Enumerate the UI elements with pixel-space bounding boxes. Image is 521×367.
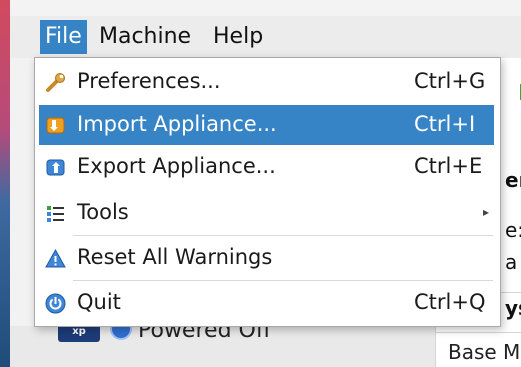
export-appliance-icon <box>45 157 66 178</box>
menu-item-label: Export Appliance... <box>77 154 276 178</box>
menubar: File Machine Help <box>10 16 521 58</box>
wrench-icon <box>45 72 66 93</box>
desktop-background-strip <box>0 0 10 367</box>
menu-item-shortcut: Ctrl+Q <box>414 290 486 314</box>
menu-item-shortcut: Ctrl+E <box>414 154 483 178</box>
menu-item-export-appliance[interactable]: Export Appliance... Ctrl+E <box>39 147 494 187</box>
tools-list-icon <box>45 203 66 224</box>
menu-file[interactable]: File <box>40 20 87 54</box>
menu-machine[interactable]: Machine <box>94 20 196 54</box>
menu-item-label: Reset All Warnings <box>77 245 273 269</box>
details-divider <box>436 332 521 333</box>
menu-item-import-appliance[interactable]: Import Appliance... Ctrl+I <box>39 105 494 145</box>
details-text-fragment: e: <box>505 218 521 242</box>
details-text-fragment: a <box>505 250 518 274</box>
details-section-heading: ys <box>505 296 521 320</box>
details-section-heading: er <box>505 168 521 192</box>
details-row-label: Base M <box>448 340 521 364</box>
menu-separator <box>73 235 493 236</box>
file-menu-dropdown: Preferences... Ctrl+G Import Appliance..… <box>34 57 501 327</box>
warning-icon <box>45 248 66 269</box>
menu-item-label: Quit <box>77 290 121 314</box>
menu-item-label: Preferences... <box>77 69 221 93</box>
menu-item-preferences[interactable]: Preferences... Ctrl+G <box>39 62 494 102</box>
menu-item-reset-all-warnings[interactable]: Reset All Warnings <box>39 238 494 278</box>
window-titlebar <box>10 0 521 16</box>
import-appliance-icon <box>45 115 66 136</box>
menu-item-shortcut: Ctrl+I <box>414 112 476 136</box>
menu-help[interactable]: Help <box>208 20 268 54</box>
menu-item-label: Import Appliance... <box>77 112 277 136</box>
menu-item-quit[interactable]: Quit Ctrl+Q <box>39 283 494 323</box>
chevron-right-icon: ▸ <box>483 205 490 219</box>
menu-item-shortcut: Ctrl+G <box>414 69 486 93</box>
power-icon <box>45 293 66 314</box>
menu-separator <box>73 280 493 281</box>
menu-item-label: Tools <box>77 200 129 224</box>
menu-item-tools[interactable]: Tools ▸ <box>39 193 494 233</box>
